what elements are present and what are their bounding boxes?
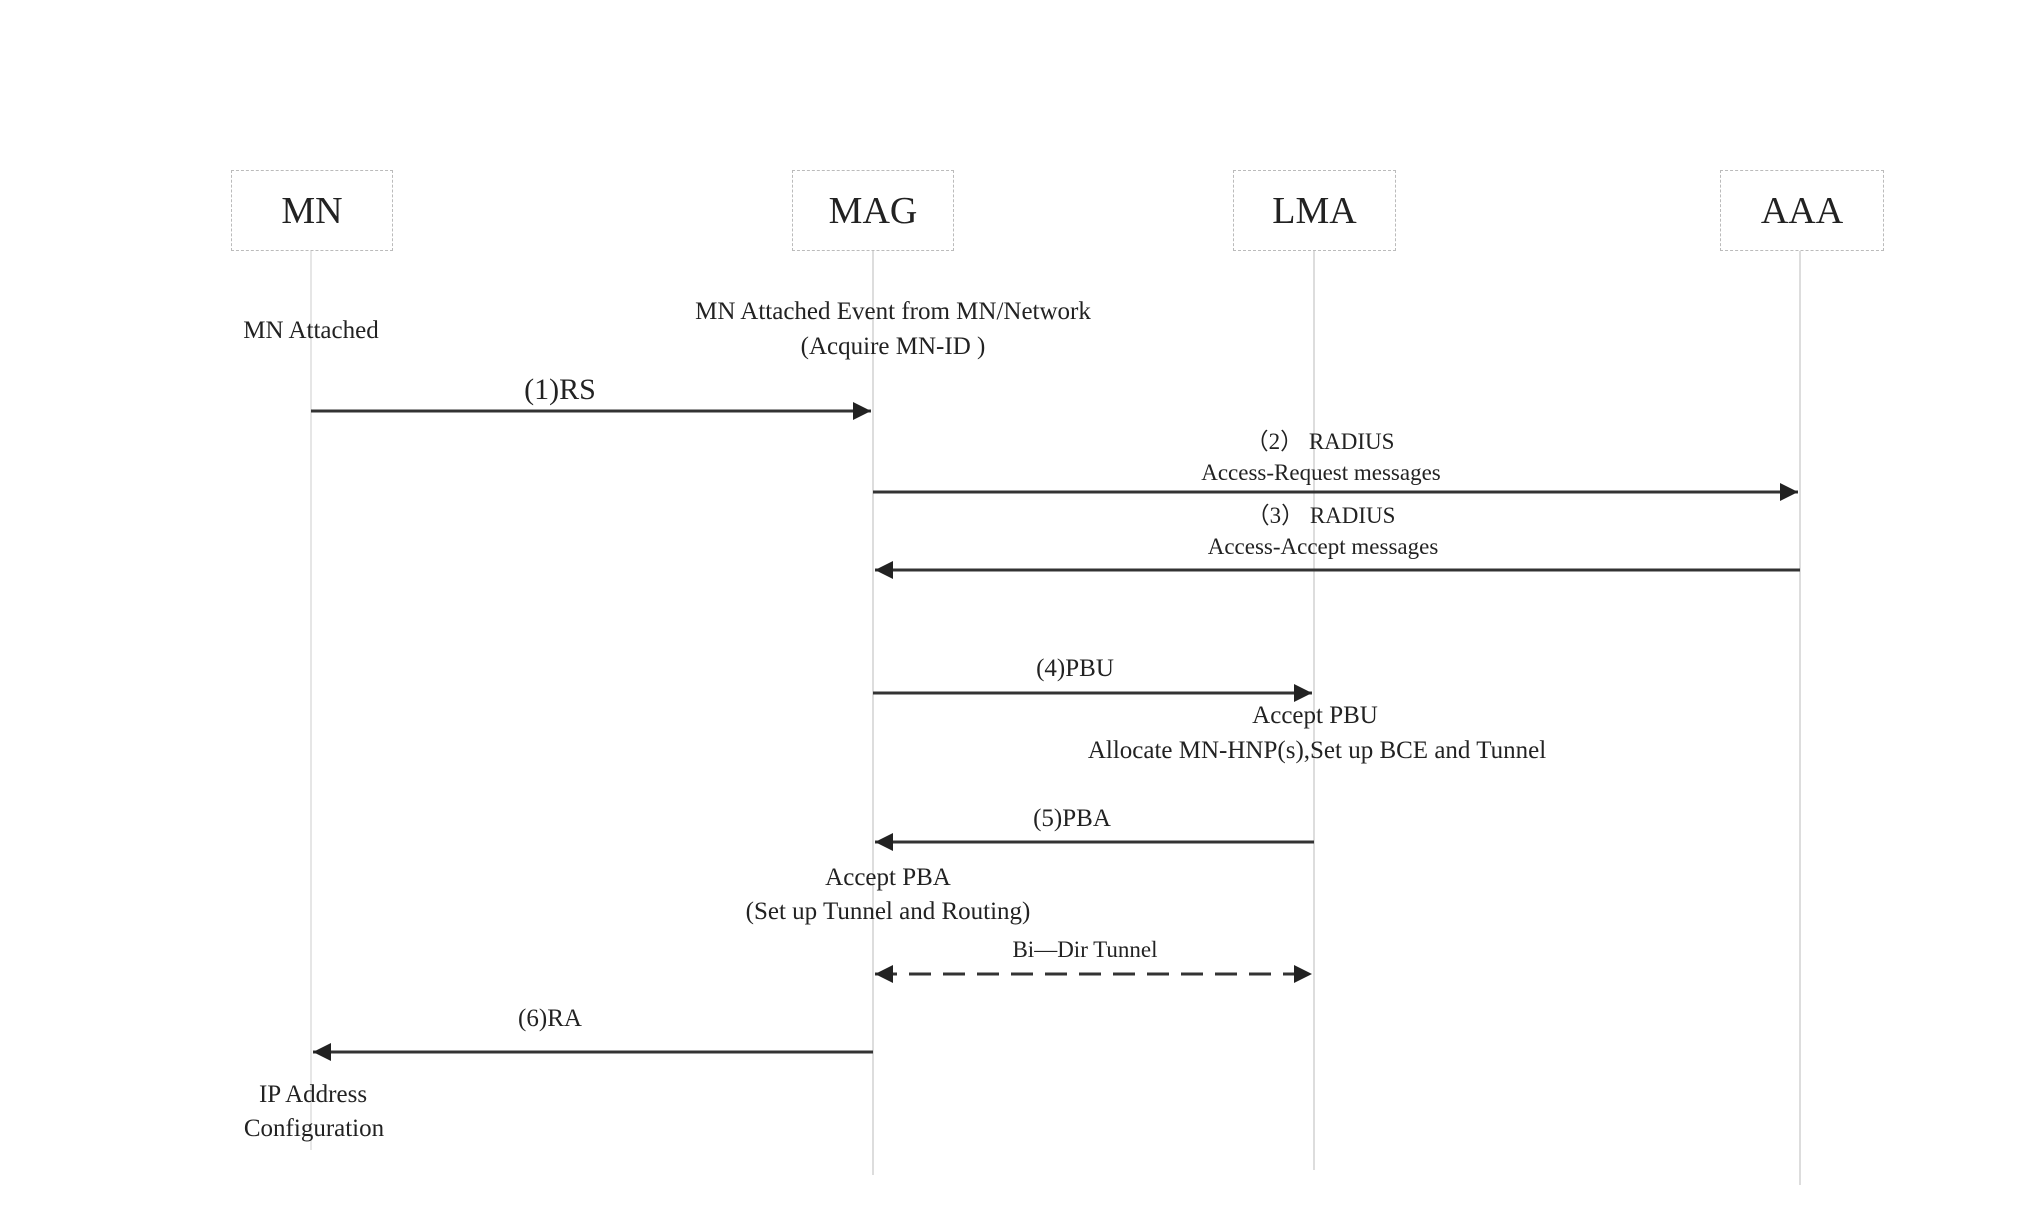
message-label-ra: (6)RA — [518, 1005, 582, 1032]
message-sublabel-radius-accept: Access-Accept messages — [1207, 534, 1439, 559]
note-mag-event-line2: (Acquire MN-ID ) — [800, 333, 986, 360]
message-label-rs: (1)RS — [524, 373, 596, 406]
sequence-diagram — [310, 251, 1801, 1185]
message-label-radius-request: （2） RADIUS — [1245, 429, 1395, 454]
note-mn-attached: MN Attached — [243, 317, 379, 344]
note-ip-address-line2: Configuration — [243, 1115, 385, 1142]
message-label-pba: (5)PBA — [1033, 805, 1111, 832]
message-sublabel-radius-request: Access-Request messages — [1201, 460, 1441, 485]
message-label-radius-accept: （3） RADIUS — [1246, 503, 1396, 528]
note-ip-address-line1: IP Address — [258, 1081, 368, 1108]
note-mag-accept-line2: (Set up Tunnel and Routing) — [745, 898, 1031, 925]
note-lma-accept-line2: Allocate MN-HNP(s),Set up BCE and Tunnel — [1087, 737, 1547, 764]
note-mag-event-line1: MN Attached Event from MN/Network — [695, 298, 1091, 325]
note-lma-accept-line1: Accept PBU — [1252, 702, 1378, 729]
note-mag-accept-line1: Accept PBA — [825, 864, 951, 891]
message-label-pbu: (4)PBU — [1036, 655, 1114, 682]
message-label-bidir-tunnel: Bi—Dir Tunnel — [1012, 937, 1158, 962]
